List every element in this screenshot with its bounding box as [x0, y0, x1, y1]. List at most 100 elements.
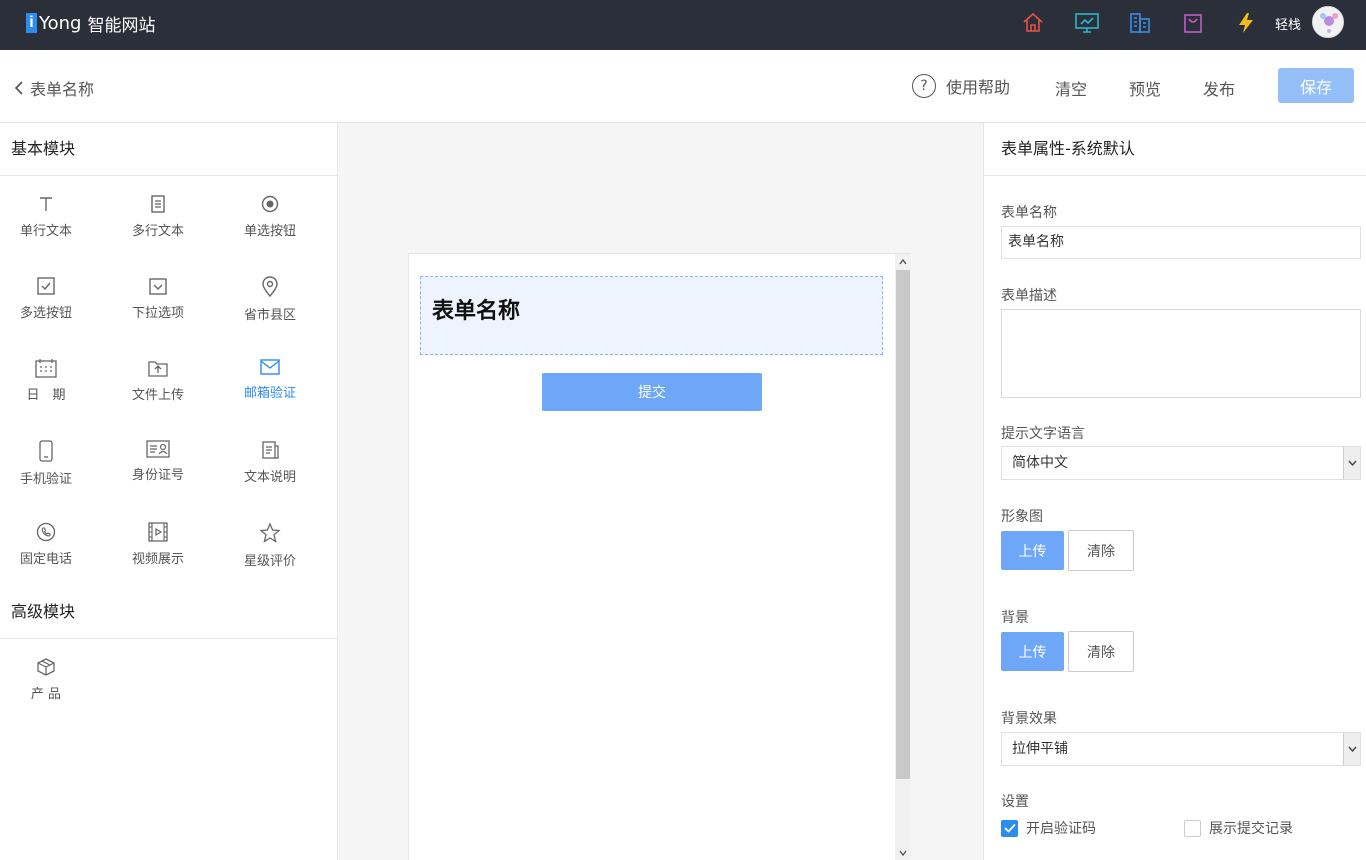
basic-modules-grid: 单行文本 多行文本 单选按钮 多选按钮 下拉选项 省市县区 日 期 文件上传 邮… — [0, 176, 337, 586]
check-icon[interactable] — [1001, 819, 1018, 837]
calendar-icon — [35, 359, 57, 378]
chevron-down-icon[interactable] — [1343, 733, 1360, 765]
brand-mark: i — [26, 13, 37, 33]
background-label: 背景 — [1001, 610, 1029, 626]
image-clear-button[interactable]: 清除 — [1068, 530, 1134, 571]
document-icon — [262, 441, 279, 459]
help-button[interactable]: ? 使用帮助 — [912, 74, 1010, 98]
language-select[interactable]: 简体中文 — [1001, 446, 1361, 480]
records-checkbox[interactable]: 展示提交记录 — [1184, 818, 1293, 838]
save-button[interactable]: 保存 — [1278, 68, 1354, 103]
module-label: 单行文本 — [19, 224, 72, 239]
captcha-checkbox[interactable]: 开启验证码 — [1001, 818, 1096, 838]
form-canvas: 表单名称 提交 — [338, 123, 983, 860]
scroll-thumb[interactable] — [896, 270, 910, 779]
help-label: 使用帮助 — [946, 78, 1011, 97]
module-single-text[interactable]: 单行文本 — [0, 176, 102, 258]
publish-button[interactable]: 发布 — [1203, 76, 1235, 100]
module-label: 邮箱验证 — [243, 386, 296, 401]
scroll-up-icon[interactable] — [895, 254, 911, 270]
basic-modules-title: 基本模块 — [0, 123, 337, 176]
textarea-icon — [151, 195, 165, 213]
module-label: 单选按钮 — [243, 224, 296, 239]
editor-header: 表单名称 ? 使用帮助 清空 预览 发布 保存 — [0, 50, 1366, 123]
bg-effect-label: 背景效果 — [1001, 711, 1057, 727]
dropdown-icon — [149, 278, 167, 295]
back-button[interactable]: 表单名称 — [14, 76, 94, 100]
preview-scrollbar[interactable] — [895, 254, 911, 860]
module-video[interactable]: 视频展示 — [102, 504, 214, 586]
background-upload-button[interactable]: 上传 — [1001, 632, 1064, 671]
home-icon[interactable] — [1021, 11, 1045, 35]
monitor-icon[interactable] — [1074, 11, 1099, 35]
module-idcard[interactable]: 身份证号 — [102, 422, 214, 504]
question-icon: ? — [912, 74, 936, 98]
module-label: 视频展示 — [131, 552, 184, 567]
form-name-input[interactable]: 表单名称 — [1001, 226, 1361, 259]
checkbox-icon — [37, 277, 55, 295]
module-checkbox[interactable]: 多选按钮 — [0, 258, 102, 340]
mail-icon — [260, 359, 280, 375]
module-file-upload[interactable]: 文件上传 — [102, 340, 214, 422]
form-preview[interactable]: 表单名称 提交 — [408, 253, 911, 860]
scroll-down-icon[interactable] — [895, 845, 911, 860]
module-label: 产 品 — [30, 687, 62, 702]
checkbox-box[interactable] — [1184, 819, 1201, 837]
background-clear-button[interactable]: 清除 — [1068, 631, 1134, 672]
phone-icon — [36, 522, 56, 542]
form-title: 表单名称 — [432, 299, 521, 324]
preview-button[interactable]: 预览 — [1129, 76, 1161, 100]
top-bar: i Yong 智能网站 轻栈 — [0, 0, 1366, 50]
form-desc-textarea[interactable] — [1001, 309, 1361, 398]
chevron-down-icon[interactable] — [1343, 447, 1360, 479]
brand-subtitle: 智能网站 — [87, 15, 156, 36]
module-label: 省市县区 — [243, 308, 296, 323]
module-landline[interactable]: 固定电话 — [0, 504, 102, 586]
records-label: 展示提交记录 — [1209, 821, 1293, 837]
submit-button[interactable]: 提交 — [542, 373, 762, 411]
avatar[interactable] — [1312, 6, 1344, 38]
star-icon — [259, 522, 281, 543]
advanced-modules-title: 高级模块 — [0, 586, 337, 639]
language-label: 提示文字语言 — [1001, 426, 1085, 442]
module-star-rating[interactable]: 星级评价 — [214, 504, 326, 586]
form-name-label: 表单名称 — [1001, 205, 1057, 221]
module-region[interactable]: 省市县区 — [214, 258, 326, 340]
brand-name: Yong — [39, 12, 82, 34]
image-upload-button[interactable]: 上传 — [1001, 531, 1064, 570]
location-icon — [262, 276, 278, 298]
module-panel: 基本模块 单行文本 多行文本 单选按钮 多选按钮 下拉选项 省市县区 日 期 文… — [0, 123, 338, 860]
module-label: 手机验证 — [19, 472, 72, 487]
form-header-block[interactable]: 表单名称 — [420, 276, 883, 355]
bag-icon[interactable] — [1181, 11, 1205, 35]
text-icon — [40, 197, 52, 211]
module-label: 日 期 — [26, 388, 66, 403]
module-email[interactable]: 邮箱验证 — [214, 340, 326, 422]
lightning-icon[interactable] — [1234, 11, 1258, 35]
properties-title: 表单属性-系统默认 — [984, 123, 1366, 176]
mobile-icon — [39, 440, 53, 462]
module-mobile[interactable]: 手机验证 — [0, 422, 102, 504]
language-value: 简体中文 — [1012, 455, 1068, 471]
module-label: 星级评价 — [243, 554, 296, 569]
module-label: 多选按钮 — [19, 306, 72, 321]
building-icon[interactable] — [1128, 11, 1152, 35]
cube-icon — [37, 658, 55, 676]
module-multi-text[interactable]: 多行文本 — [102, 176, 214, 258]
bg-effect-value: 拉伸平铺 — [1012, 741, 1068, 757]
captcha-label: 开启验证码 — [1026, 821, 1096, 837]
brand-logo[interactable]: i Yong 智能网站 — [26, 11, 156, 36]
module-text-note[interactable]: 文本说明 — [214, 422, 326, 504]
bg-effect-select[interactable]: 拉伸平铺 — [1001, 732, 1361, 766]
module-label: 身份证号 — [131, 468, 184, 483]
module-dropdown[interactable]: 下拉选项 — [102, 258, 214, 340]
module-product[interactable]: 产 品 — [0, 639, 102, 721]
radio-icon — [261, 195, 279, 213]
idcard-icon — [146, 440, 170, 458]
advanced-modules-grid: 产 品 — [0, 639, 337, 729]
module-radio[interactable]: 单选按钮 — [214, 176, 326, 258]
user-name[interactable]: 轻栈 — [1275, 14, 1301, 33]
module-date[interactable]: 日 期 — [0, 340, 102, 422]
clear-button[interactable]: 清空 — [1055, 76, 1087, 100]
chevron-left-icon — [14, 81, 23, 95]
